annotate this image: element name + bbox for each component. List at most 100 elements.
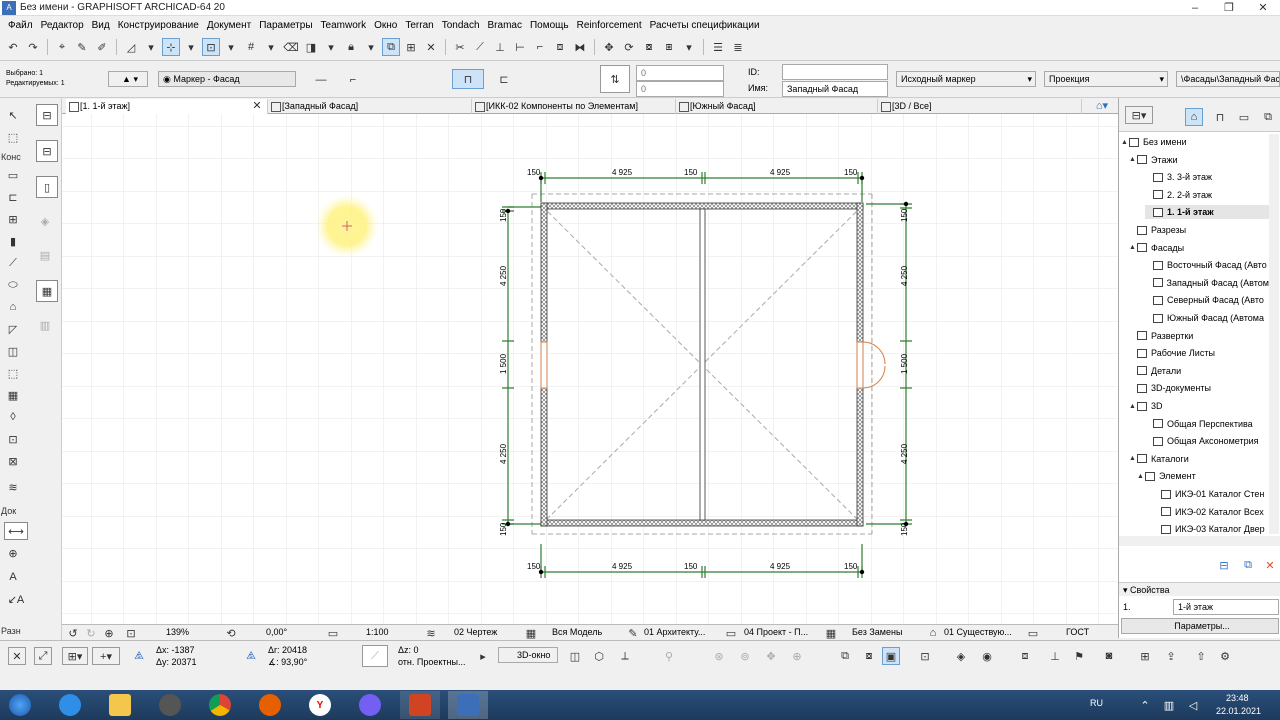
menu-teamwork[interactable]: Teamwork <box>317 20 371 31</box>
navigator-item[interactable]: ▲ 3D <box>1129 399 1269 413</box>
properties-header[interactable]: ▾ Свойства <box>1119 582 1280 596</box>
beam-icon[interactable]: ⟋ <box>4 254 22 272</box>
view-path-field[interactable]: \Фасады\Западный Фасад <box>1176 71 1280 87</box>
depth-field-2[interactable]: 0 <box>636 81 724 97</box>
firefox-icon[interactable] <box>250 691 290 719</box>
publish-icon[interactable]: ⧈ <box>1016 647 1034 665</box>
navigator-settings-icon[interactable]: ⊟ <box>1215 556 1233 574</box>
marker-geometry-icon[interactable]: ⊓ <box>452 69 484 89</box>
view-angle[interactable]: 0,00° <box>266 627 287 637</box>
navigator-item[interactable]: Южный Фасад (Автома <box>1145 311 1269 325</box>
expand-triangle-icon[interactable]: ▲ <box>1137 473 1145 480</box>
tab-list-icon[interactable]: ⌂▾ <box>1088 97 1116 113</box>
marker-icon[interactable]: ⊥ <box>1046 647 1064 665</box>
adjust-icon[interactable]: ⟋ <box>471 38 489 56</box>
section-icon[interactable]: ⧉ <box>836 647 854 665</box>
model-view-option[interactable]: Вся Модель <box>552 627 602 637</box>
level-dimension-icon[interactable]: ⊕ <box>4 544 22 562</box>
navigator-item[interactable]: ▲ Без имени <box>1121 135 1269 149</box>
marker-style-dropdown[interactable]: ◉ Маркер - Фасад <box>158 71 296 87</box>
renovation-filter[interactable]: 01 Существую... <box>944 627 1012 637</box>
graphic-override[interactable]: Без Замены <box>852 627 902 637</box>
3d-cube-icon[interactable]: ⬡ <box>590 647 608 665</box>
orbit-icon[interactable]: ⊚ <box>736 647 754 665</box>
marquee-icon[interactable]: ⬚ <box>4 128 22 146</box>
yandex-browser-icon[interactable]: Y <box>300 691 340 719</box>
surface-icon[interactable]: ◈ <box>952 647 970 665</box>
layers-icon[interactable]: ☰ <box>709 38 727 56</box>
navigator-item[interactable]: 1. 1-й этаж <box>1145 205 1269 220</box>
network-icon[interactable]: ▥ <box>1160 696 1178 714</box>
close-tracker-icon[interactable]: ✕ <box>8 647 26 665</box>
dropdown-arrow-icon[interactable]: ▾ <box>322 38 340 56</box>
undo-icon[interactable]: ↶ <box>4 38 22 56</box>
navigator-menu-icon[interactable]: ⊟▾ <box>1125 106 1153 124</box>
bim-cloud-icon[interactable]: ⇧ <box>1192 647 1210 665</box>
clock-time[interactable]: 23:48 <box>1226 693 1249 703</box>
navigator-item[interactable]: ▲ Фасады <box>1129 241 1269 255</box>
3d-axis-icon[interactable]: ⟂ <box>616 647 634 665</box>
group-icon[interactable]: ⊞ <box>402 38 420 56</box>
line-style-icon[interactable]: — <box>312 71 330 89</box>
dimension-std[interactable]: 04 Проект - П... <box>744 627 808 637</box>
arrow-select-icon[interactable]: ↖ <box>4 106 22 124</box>
stair-tool-icon[interactable]: ≋ <box>4 478 22 496</box>
menu-file[interactable]: Файл <box>4 20 37 31</box>
resize-icon[interactable]: ⧈ <box>551 38 569 56</box>
menu-design[interactable]: Конструирование <box>114 20 203 31</box>
object-icon[interactable]: ⊡ <box>4 430 22 448</box>
stack-icon[interactable]: ≣ <box>729 38 747 56</box>
pen-set[interactable]: 01 Архитекту... <box>644 627 705 637</box>
line-bend-icon[interactable]: ⌐ <box>344 71 362 89</box>
ungroup-icon[interactable]: ✕ <box>422 38 440 56</box>
snap-points-icon[interactable]: ⊡ <box>202 38 220 56</box>
navigator-clone-icon[interactable]: ⧉ <box>1239 556 1257 574</box>
menu-spec-calc[interactable]: Расчеты спецификации <box>646 20 764 31</box>
depth-field-1[interactable]: 0 <box>636 65 724 81</box>
multiply-icon[interactable]: ⧆ <box>660 38 678 56</box>
navigator-item[interactable]: Детали <box>1129 364 1269 378</box>
navigator-item[interactable]: ИКЭ-03 Каталог Двер <box>1153 522 1269 534</box>
navigator-item[interactable]: ▲ Каталоги <box>1129 452 1269 466</box>
snap-dropdown-icon[interactable]: ⊞▾ <box>62 647 88 665</box>
marker-geometry-alt-icon[interactable]: ⊏ <box>492 69 516 89</box>
navigator-h-scrollbar[interactable] <box>1119 536 1280 546</box>
expand-triangle-icon[interactable]: ▲ <box>1129 244 1137 251</box>
3d-window-button[interactable]: 3D-окно <box>498 647 558 663</box>
project-map-icon[interactable]: ⌂ <box>1185 108 1203 126</box>
chrome-icon[interactable] <box>200 691 240 719</box>
minimize-button[interactable]: – <box>1178 0 1212 16</box>
menu-options[interactable]: Параметры <box>255 20 316 31</box>
clock-date[interactable]: 22.01.2021 <box>1216 706 1261 716</box>
rotate-icon[interactable]: ⟳ <box>620 38 638 56</box>
door-tool-icon[interactable]: ⊏ <box>4 188 22 206</box>
text-tool-icon[interactable]: A <box>4 568 22 586</box>
skylight-icon[interactable]: ◫ <box>4 342 22 360</box>
navigator-item[interactable]: 3. 3-й этаж <box>1145 170 1269 184</box>
plus-dropdown-icon[interactable]: +▾ <box>92 647 120 665</box>
language-indicator[interactable]: RU <box>1090 698 1103 708</box>
fit-icon[interactable]: ⊡ <box>916 647 934 665</box>
expand-triangle-icon[interactable]: ▲ <box>1129 455 1137 462</box>
tab-south-elevation[interactable]: [Южный Фасад] <box>676 99 878 114</box>
navigator-item[interactable]: Северный Фасад (Авто <box>1145 293 1269 307</box>
delete-icon[interactable]: ✕ <box>1261 556 1279 574</box>
layout-book-icon[interactable]: ▭ <box>1235 108 1253 126</box>
slab-icon[interactable]: ⬭ <box>4 276 22 294</box>
dropdown-arrow-icon[interactable]: ▾ <box>262 38 280 56</box>
trim-icon[interactable]: ⊢ <box>511 38 529 56</box>
navigator-item[interactable]: Восточный Фасад (Авто <box>1145 258 1269 272</box>
scissors-icon[interactable]: ✂ <box>451 38 469 56</box>
menu-edit[interactable]: Редактор <box>37 20 88 31</box>
window-tool-icon[interactable]: ⊞ <box>4 210 22 228</box>
volume-icon[interactable]: ◁ <box>1184 696 1202 714</box>
eyedropper-icon[interactable]: ✎ <box>73 38 91 56</box>
guide-lines-icon[interactable]: ◿ <box>122 38 140 56</box>
label-tool-icon[interactable]: ↙A <box>4 590 28 608</box>
expand-triangle-icon[interactable]: ▲ <box>1121 139 1129 146</box>
dropdown-arrow-icon[interactable]: ▾ <box>362 38 380 56</box>
internet-explorer-icon[interactable] <box>50 691 90 719</box>
elevation-icon[interactable]: ⧇ <box>860 647 878 665</box>
syringe-icon[interactable]: ✐ <box>93 38 111 56</box>
chevron-up-icon[interactable]: ⌃ <box>1136 696 1154 714</box>
